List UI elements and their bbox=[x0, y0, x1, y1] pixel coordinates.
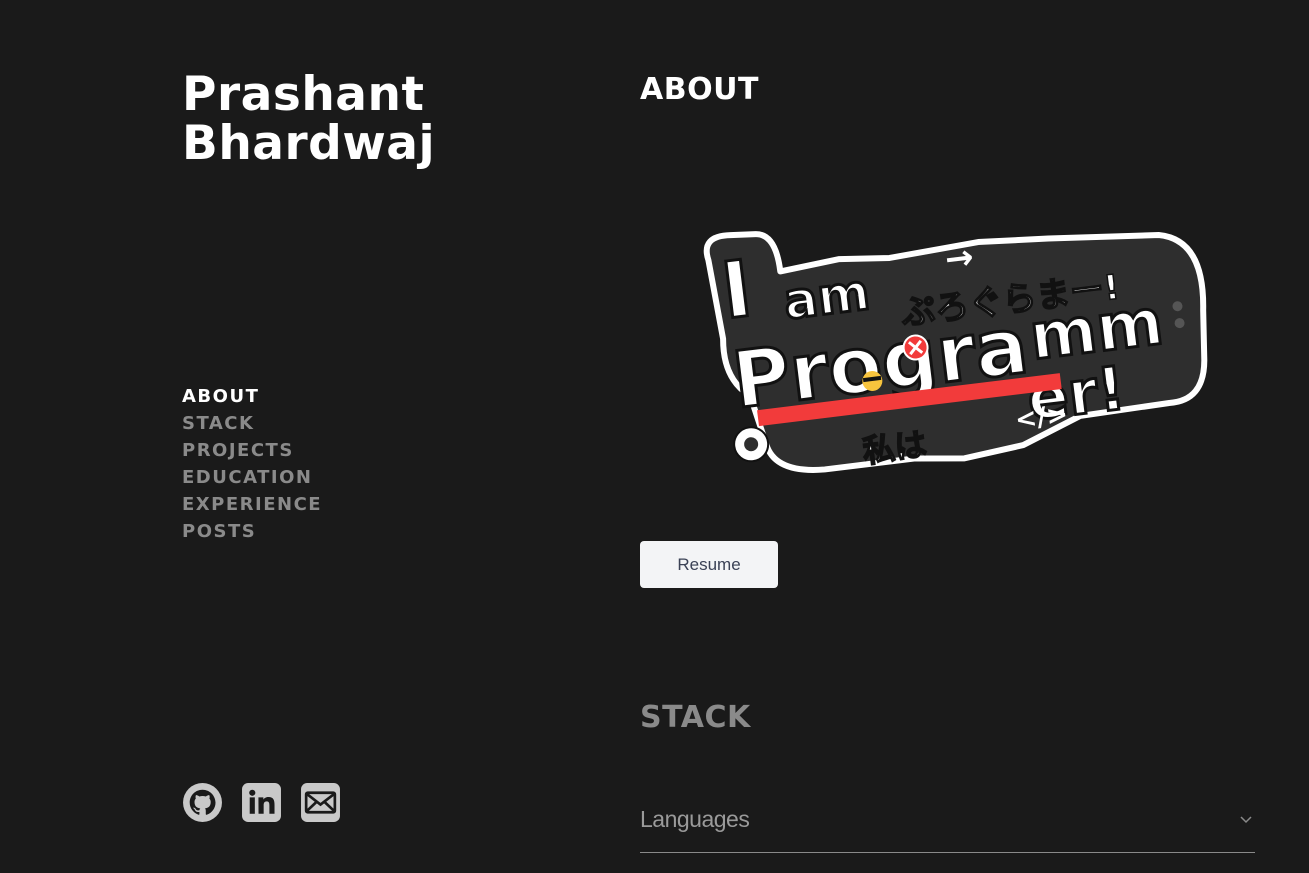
first-name: Prashant bbox=[182, 67, 425, 122]
section-nav: ABOUT STACK PROJECTS EDUCATION EXPERIENC… bbox=[182, 383, 322, 545]
nav-item-education[interactable]: EDUCATION bbox=[182, 464, 322, 491]
svg-text:</>: </> bbox=[1013, 400, 1069, 436]
resume-button[interactable]: Resume bbox=[640, 541, 778, 588]
programmer-sticker-image: I am → ぷろぐらまー! Progra mm er! 私は </> bbox=[703, 231, 1208, 473]
nav-item-about[interactable]: ABOUT bbox=[182, 383, 322, 410]
sidebar: Prashant Bhardwaj ABOUT STACK PROJECTS E… bbox=[182, 0, 582, 873]
linkedin-icon[interactable] bbox=[241, 782, 282, 823]
about-heading: ABOUT bbox=[640, 72, 759, 107]
nav-item-stack[interactable]: STACK bbox=[182, 410, 322, 437]
email-icon[interactable] bbox=[300, 782, 341, 823]
stack-heading: STACK bbox=[640, 700, 751, 735]
nav-item-posts[interactable]: POSTS bbox=[182, 518, 322, 545]
chevron-down-icon bbox=[1240, 816, 1252, 824]
svg-text:→: → bbox=[943, 237, 976, 280]
site-title[interactable]: Prashant Bhardwaj bbox=[182, 70, 435, 168]
last-name: Bhardwaj bbox=[182, 116, 436, 171]
nav-item-experience[interactable]: EXPERIENCE bbox=[182, 491, 322, 518]
nav-item-projects[interactable]: PROJECTS bbox=[182, 437, 322, 464]
accordion-label: Languages bbox=[640, 806, 750, 832]
main-content: ABOUT I am → ぷろぐらまー! Progra mm er! 私は </… bbox=[640, 0, 1255, 873]
page: Prashant Bhardwaj ABOUT STACK PROJECTS E… bbox=[0, 0, 1309, 873]
accordion-languages[interactable]: Languages bbox=[640, 790, 1255, 853]
svg-text:私は: 私は bbox=[861, 425, 929, 471]
github-icon[interactable] bbox=[182, 782, 223, 823]
social-links bbox=[182, 782, 341, 823]
